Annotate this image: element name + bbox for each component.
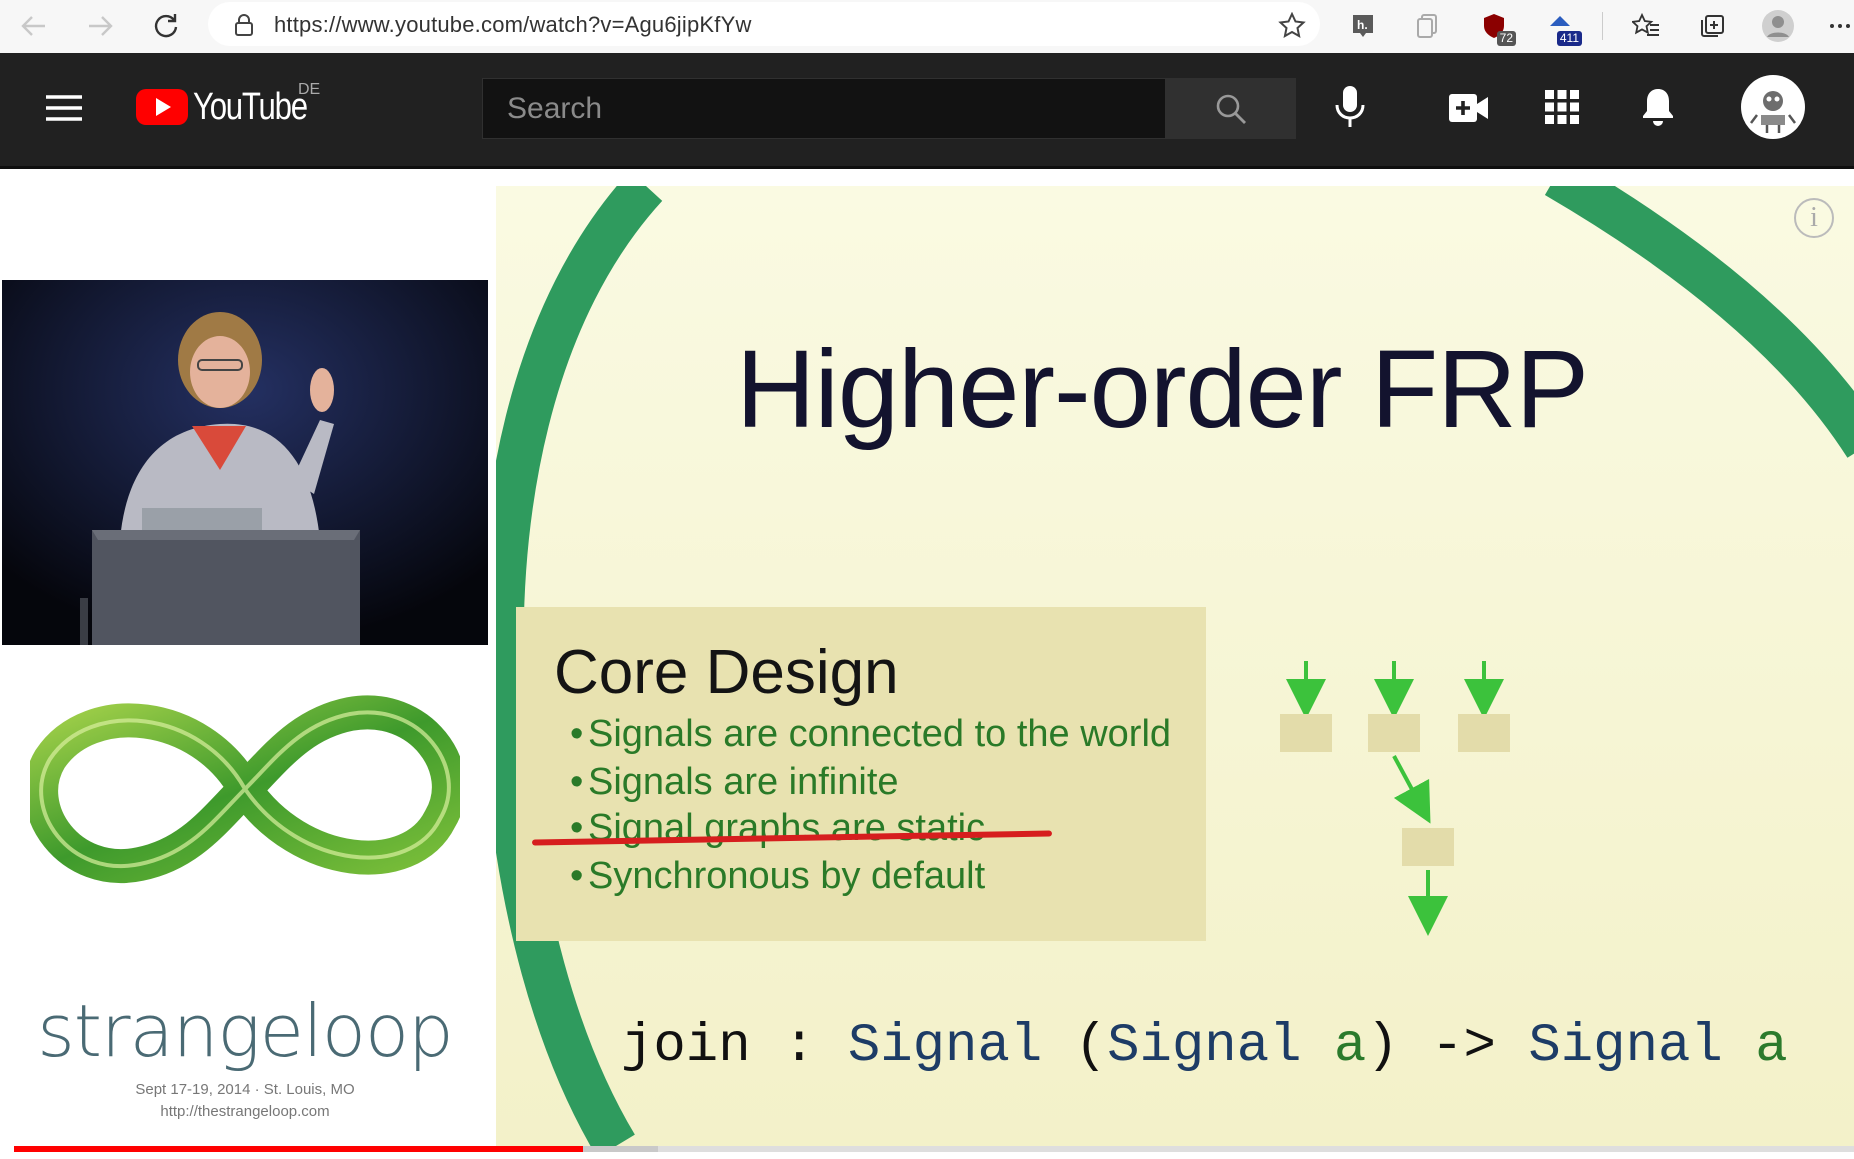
profile-button[interactable]: [1760, 8, 1796, 44]
bullet-item: • Signals are connected to the world: [570, 713, 1172, 755]
hamburger-menu-icon: [46, 95, 82, 121]
voice-search-button[interactable]: [1322, 79, 1378, 135]
core-design-title: Core Design: [554, 638, 899, 707]
bullet-text: Signals are infinite: [588, 761, 899, 803]
svg-text:h.: h.: [1357, 18, 1368, 32]
search-icon: [1216, 94, 1246, 124]
join-type-2: Signal: [1107, 1016, 1302, 1077]
url-text: https://www.youtube.com/watch?v=Agu6jipK…: [274, 12, 752, 37]
video-camera-add-icon: [1449, 94, 1488, 122]
youtube-logo[interactable]: YouTube DE: [136, 77, 332, 137]
apps-grid-icon: [1545, 90, 1579, 124]
microphone-icon: [1335, 86, 1365, 127]
ublock-extension[interactable]: 72: [1476, 8, 1516, 46]
browser-toolbar: https://www.youtube.com/watch?v=Agu6jipK…: [0, 0, 1854, 54]
guide-menu-button[interactable]: [38, 85, 90, 131]
join-type-1: Signal: [847, 1016, 1043, 1077]
bullet-item: • Signals are infinite: [570, 761, 899, 803]
join-open: (: [1042, 1016, 1108, 1077]
ublock-badge: 72: [1496, 31, 1516, 46]
join-type-3: Signal: [1528, 1016, 1723, 1077]
notifications-button[interactable]: [1632, 79, 1684, 135]
profile-avatar-icon: [1762, 10, 1794, 42]
strangeloop-branding: strangeloop Sept 17-19, 2014 · St. Louis…: [0, 689, 500, 1129]
join-type-var-2: a: [1722, 1016, 1788, 1077]
youtube-header: YouTube DE: [0, 53, 1854, 169]
join-arrow: ) ->: [1366, 1016, 1529, 1077]
presentation-slide: i Higher-order FRP Core Design • Signals …: [496, 186, 1854, 1146]
info-card-button[interactable]: i: [1794, 198, 1834, 238]
slide-title: Higher-order FRP: [736, 328, 1589, 451]
bullet-text: Signals are connected to the world: [588, 713, 1172, 755]
bell-icon: [1643, 89, 1673, 126]
search-input[interactable]: [483, 79, 1165, 138]
favorites-button[interactable]: [1628, 8, 1664, 44]
hypothesis-icon: h.: [1353, 15, 1373, 37]
video-progress-bar[interactable]: [14, 1146, 1854, 1152]
refresh-icon: [154, 14, 178, 38]
more-dots-icon: [1830, 24, 1850, 28]
favorites-list-icon: [1632, 13, 1659, 36]
search-button[interactable]: [1166, 78, 1296, 139]
join-colon: :: [750, 1016, 848, 1077]
back-button[interactable]: [14, 6, 54, 46]
forward-button[interactable]: [80, 6, 120, 46]
join-fn: join: [621, 1016, 751, 1077]
info-icon: i: [1810, 202, 1818, 233]
conference-date: Sept 17-19, 2014 · St. Louis, MO: [135, 1081, 355, 1098]
settings-menu-button[interactable]: [1822, 8, 1854, 44]
youtube-wordmark: YouTube: [193, 85, 308, 128]
refresh-button[interactable]: [146, 6, 186, 46]
conference-url: http://thestrangeloop.com: [160, 1103, 330, 1120]
youtube-play-logo-icon: [136, 89, 188, 125]
extension-411[interactable]: 411: [1542, 8, 1582, 46]
join-type-var-1: a: [1301, 1016, 1367, 1077]
region-code: DE: [298, 81, 321, 98]
toolbar-divider: [1602, 12, 1603, 40]
lock-icon: [235, 14, 253, 36]
join-signature: join : Signal (Signal a) -> Signal a: [621, 1016, 1788, 1077]
arrow-right-icon: [89, 16, 113, 36]
progress-played: [14, 1146, 583, 1152]
search-box: [482, 78, 1166, 139]
infinity-logo-icon: [30, 695, 460, 883]
hypothesis-extension[interactable]: h.: [1345, 8, 1381, 44]
bullet-text: Synchronous by default: [588, 855, 986, 897]
speaker-illustration: [2, 280, 488, 645]
extension-411-badge: 411: [1556, 31, 1582, 46]
apps-button[interactable]: [1536, 81, 1588, 133]
signal-graph-diagram: [1280, 661, 1510, 936]
core-design-box: Core Design • Signals are connected to th…: [516, 607, 1206, 941]
avatar-robot-icon: [1750, 91, 1796, 133]
collections-icon: [1701, 15, 1724, 37]
arrow-left-icon: [21, 16, 45, 36]
speaker-video: [2, 280, 488, 645]
favorite-star-icon[interactable]: [1278, 12, 1306, 38]
copy-icon: [1417, 14, 1437, 38]
address-bar[interactable]: https://www.youtube.com/watch?v=Agu6jipK…: [208, 2, 1320, 46]
strangeloop-wordmark: strangeloop: [37, 989, 453, 1073]
account-avatar[interactable]: [1741, 75, 1805, 139]
collections-button[interactable]: [1694, 8, 1730, 44]
video-player[interactable]: strangeloop Sept 17-19, 2014 · St. Louis…: [0, 169, 1854, 1159]
copy-extension[interactable]: [1409, 8, 1445, 44]
bullet-item: • Synchronous by default: [570, 855, 986, 897]
create-video-button[interactable]: [1442, 81, 1496, 135]
